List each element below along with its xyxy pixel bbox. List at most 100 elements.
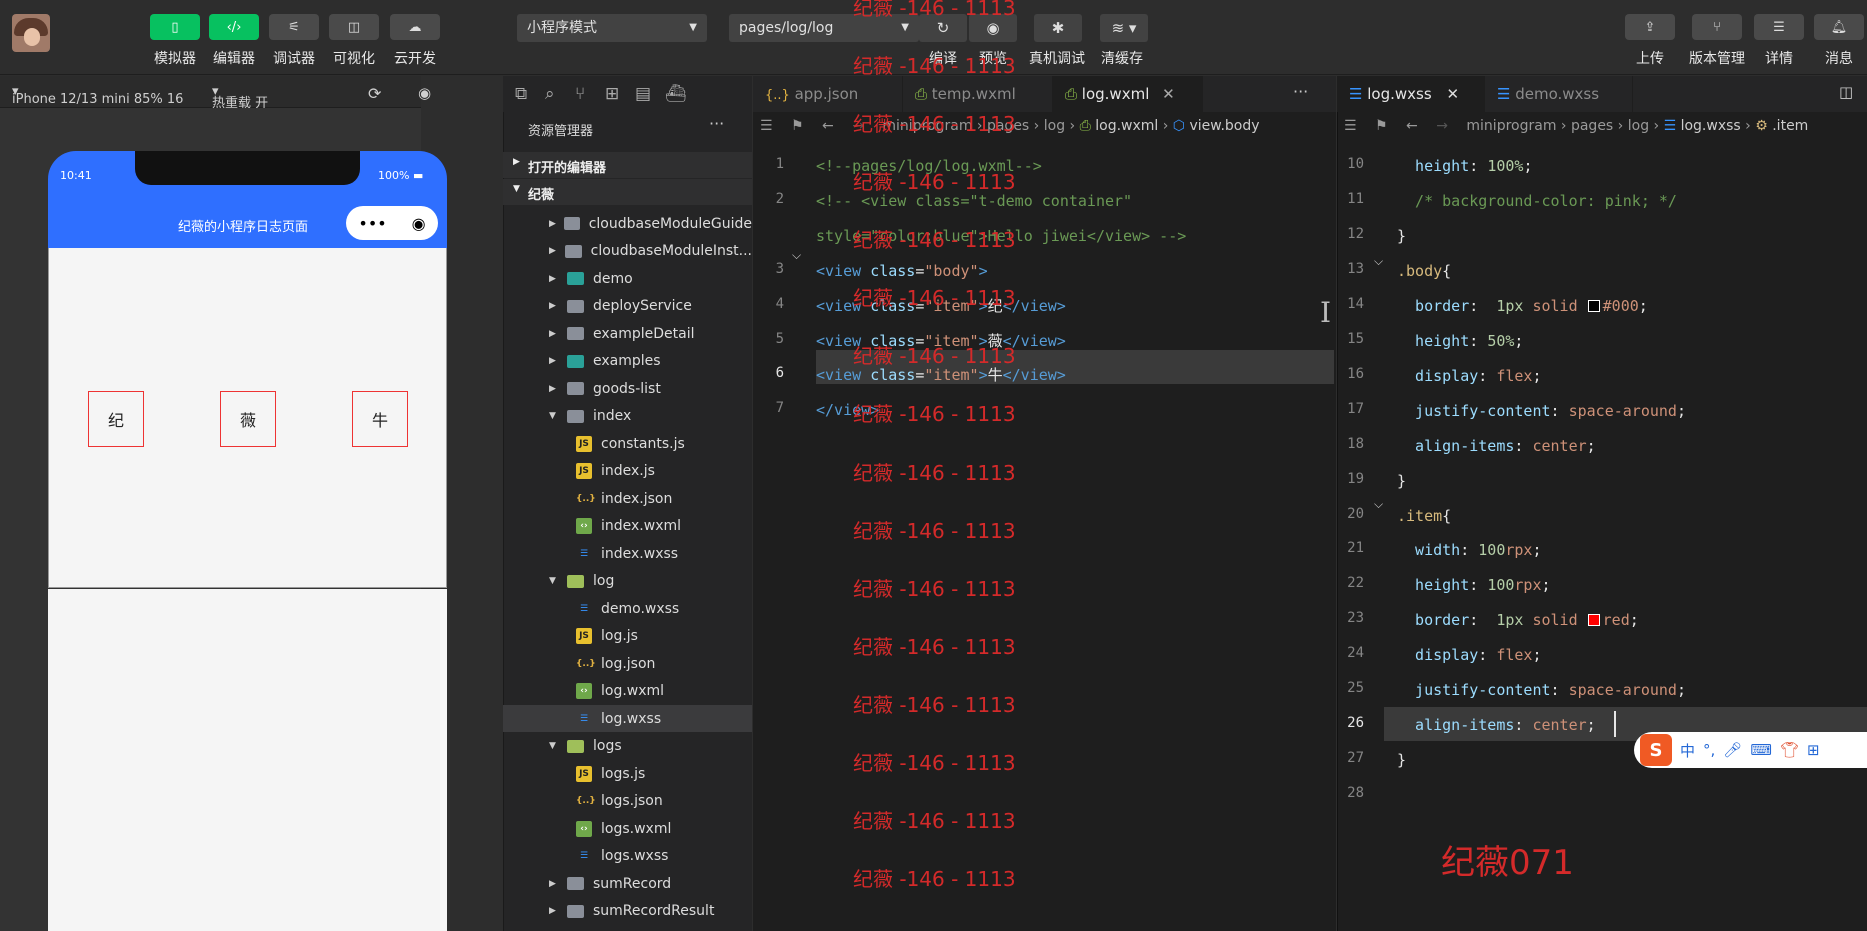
more-dots-icon[interactable]: ••• [358, 214, 386, 233]
file-item[interactable]: JS logs.js [503, 760, 752, 787]
code-line[interactable]: display: flex; [1397, 644, 1541, 666]
code-line[interactable]: .body{ [1397, 260, 1451, 282]
code-line[interactable]: } [1397, 470, 1406, 492]
tab-demo-wxss[interactable]: ☰ demo.wxss [1485, 76, 1633, 112]
close-icon[interactable]: ✕ [1446, 85, 1459, 103]
folder-item[interactable]: ▶ cloudbaseModuleGuide [503, 210, 752, 237]
bookmark-icon[interactable]: ⚑ [791, 118, 804, 134]
tab-log-wxss[interactable]: ☰ log.wxss ✕ [1337, 76, 1485, 112]
code-line[interactable]: /* background-color: pink; */ [1397, 190, 1677, 212]
tab-log-wxml[interactable]: ⎙ log.wxml ✕ [1053, 76, 1203, 112]
code-line[interactable]: height: 100rpx; [1397, 574, 1550, 596]
file-item[interactable]: {..} logs.json [503, 788, 752, 815]
bookmark-icon[interactable]: ⚑ [1375, 118, 1388, 134]
code-line[interactable]: align-items: center; [1397, 435, 1596, 457]
simulator-toggle-button[interactable]: ▯ 模拟器 [147, 14, 203, 68]
file-item[interactable]: ☰ demo.wxss [503, 595, 752, 622]
file-item[interactable]: JS index.js [503, 458, 752, 485]
debugger-toggle-button[interactable]: ⚟ 调试器 [266, 14, 322, 68]
file-item[interactable]: ☰ index.wxss [503, 540, 752, 567]
code-line[interactable]: } [1397, 225, 1406, 247]
back-arrow-icon[interactable]: ← [822, 118, 834, 134]
search-icon[interactable]: ⌕ [545, 84, 555, 104]
punctuation-toggle[interactable]: °, [1703, 741, 1715, 759]
cloud-dev-button[interactable]: ☁ 云开发 [387, 14, 443, 68]
folder-item[interactable]: ▶ exampleDetail [503, 320, 752, 347]
code-line[interactable]: } [1397, 749, 1406, 771]
code-line[interactable]: height: 100%; [1397, 155, 1532, 177]
code-line[interactable]: .item{ [1397, 505, 1451, 527]
outline-icon[interactable]: ▤ [635, 84, 651, 104]
fold-chevron-icon[interactable]: ⌵ [1374, 254, 1383, 269]
file-item[interactable]: JS log.js [503, 623, 752, 650]
tab-app-json[interactable]: {..} app.json [753, 76, 903, 112]
file-item[interactable]: {..} index.json [503, 485, 752, 512]
more-icon[interactable]: ··· [1293, 82, 1308, 101]
code-line[interactable]: align-items: center; [1397, 714, 1596, 736]
user-avatar[interactable] [12, 14, 50, 52]
ime-toolbar[interactable]: S 中 °, 🎤︎ ⌨ 👕︎ ⊞ [1634, 732, 1867, 768]
rotate-icon[interactable]: ⟳ [368, 84, 381, 103]
forward-arrow-icon[interactable]: → [1436, 118, 1448, 134]
folder-item[interactable]: ▶ sumRecord [503, 870, 752, 897]
ime-mode-toggle[interactable]: 中 [1680, 740, 1695, 761]
folder-item[interactable]: ▶ deployService [503, 293, 752, 320]
files-icon[interactable]: ⧉ [515, 84, 527, 104]
editor-toggle-button[interactable]: ‹/› 编辑器 [206, 14, 262, 68]
folder-item[interactable]: ▼ logs [503, 733, 752, 760]
stop-icon[interactable]: ◉ [418, 84, 431, 102]
upload-button[interactable]: ⇪ 上传 [1622, 14, 1678, 68]
fold-chevron-icon[interactable]: ⌵ [1374, 497, 1383, 512]
code-line[interactable]: justify-content: space-around; [1397, 400, 1686, 422]
device-select[interactable]: iPhone 12/13 mini 85% 16 ▾ [12, 84, 183, 107]
outline-list-icon[interactable]: ☰ [760, 118, 773, 134]
back-arrow-icon[interactable]: ← [1406, 118, 1418, 134]
code-line[interactable]: <view class="body"> [816, 260, 988, 282]
file-item[interactable]: ‹› index.wxml [503, 513, 752, 540]
file-item[interactable]: {..} log.json [503, 650, 752, 677]
file-item[interactable]: JS constants.js [503, 430, 752, 457]
code-line[interactable]: width: 100rpx; [1397, 539, 1541, 561]
details-button[interactable]: ☰ 详情 [1751, 14, 1807, 68]
messages-button[interactable]: 🔔︎ 消息 [1811, 14, 1867, 68]
folder-item[interactable]: ▶ examples [503, 348, 752, 375]
code-line[interactable]: justify-content: space-around; [1397, 679, 1686, 701]
microphone-icon[interactable]: 🎤︎ [1723, 741, 1742, 759]
mini-program-capsule[interactable]: ••• ◉ [346, 206, 438, 240]
visual-toggle-button[interactable]: ◫ 可视化 [326, 14, 382, 68]
folder-item[interactable]: ▶ sumRecordResult [503, 898, 752, 925]
extensions-icon[interactable]: ⊞ [605, 84, 619, 104]
split-editor-icon[interactable]: ◫ [1839, 83, 1853, 101]
version-control-button[interactable]: ⑂ 版本管理 [1684, 14, 1750, 68]
project-section[interactable]: ▼ 纪薇 [503, 179, 752, 205]
open-editors-section[interactable]: ▶ 打开的编辑器 [503, 152, 752, 178]
keyboard-icon[interactable]: ⌨ [1750, 741, 1772, 759]
code-line[interactable]: display: flex; [1397, 365, 1541, 387]
file-item[interactable]: ☰ log.wxss [503, 705, 752, 732]
close-icon[interactable]: ✕ [1162, 85, 1175, 103]
folder-item[interactable]: ▶ cloudbaseModuleInst... [503, 238, 752, 265]
close-target-icon[interactable]: ◉ [412, 214, 426, 233]
toolbox-icon[interactable]: ⊞ [1807, 741, 1820, 759]
docker-icon[interactable]: ⛴ [665, 84, 687, 104]
hot-reload-select[interactable]: 热重载 开 ▾ [212, 84, 268, 111]
more-icon[interactable]: ··· [709, 114, 724, 133]
source-control-icon[interactable]: ⑂ [575, 84, 585, 104]
clear-cache-button[interactable]: ≋ ▾ [1100, 14, 1148, 42]
code-line[interactable]: height: 50%; [1397, 330, 1523, 352]
outline-list-icon[interactable]: ☰ [1344, 118, 1357, 134]
folder-item[interactable]: ▶ demo [503, 265, 752, 292]
tab-temp-wxml[interactable]: ⎙ temp.wxml [903, 76, 1053, 112]
file-item[interactable]: ‹› logs.wxml [503, 815, 752, 842]
fold-chevron-icon[interactable]: ⌵ [792, 248, 801, 263]
skin-icon[interactable]: 👕︎ [1780, 741, 1799, 759]
file-item[interactable]: ☰ logs.wxss [503, 843, 752, 870]
folder-item[interactable]: ▼ index [503, 403, 752, 430]
code-line[interactable]: border: 1px solid #000; [1397, 295, 1648, 317]
folder-item[interactable]: ▼ log [503, 568, 752, 595]
folder-item[interactable]: ▶ goods-list [503, 375, 752, 402]
remote-debug-button[interactable]: ✱ [1034, 14, 1082, 42]
mode-select[interactable]: 小程序模式 ▼ [517, 14, 707, 42]
file-item[interactable]: ‹› log.wxml [503, 678, 752, 705]
code-line[interactable]: border: 1px solid red; [1397, 609, 1639, 631]
